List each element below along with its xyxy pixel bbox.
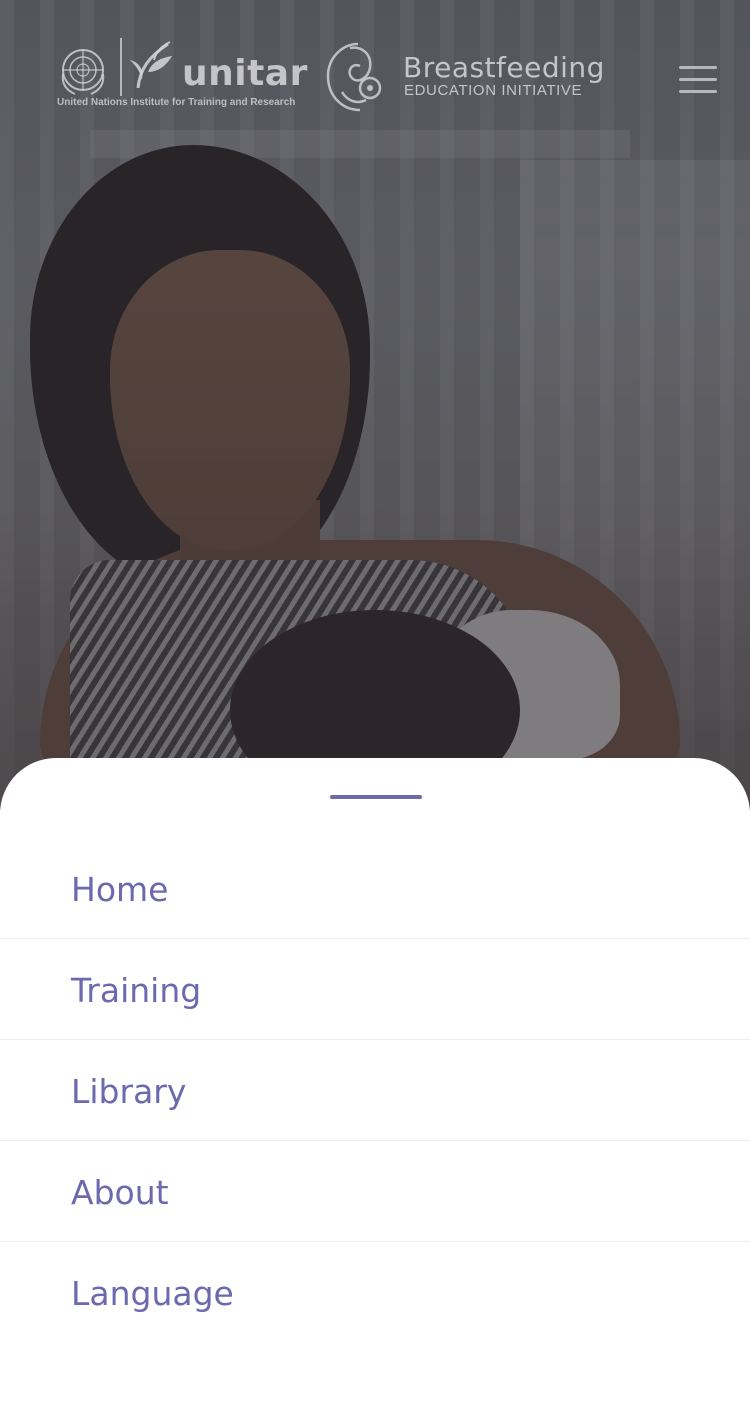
- hamburger-line: [679, 78, 717, 81]
- breastfeeding-subtitle: EDUCATION INITIATIVE: [404, 82, 583, 99]
- un-emblem-icon: [61, 49, 105, 95]
- hamburger-menu-icon[interactable]: [676, 62, 720, 98]
- site-header: unitar United Nations Institute for Trai…: [0, 0, 750, 150]
- menu-item-label: About: [71, 1173, 169, 1212]
- menu-item-library[interactable]: Library: [0, 1040, 750, 1141]
- sheet-drag-handle[interactable]: [330, 795, 422, 799]
- menu-item-about[interactable]: About: [0, 1141, 750, 1242]
- hamburger-line: [679, 66, 717, 69]
- breastfeeding-logo-icon: [326, 42, 382, 112]
- menu-item-label: Home: [71, 870, 169, 909]
- menu-item-language[interactable]: Language: [0, 1242, 750, 1342]
- unitar-logo-divider: [120, 38, 122, 96]
- menu-item-label: Training: [71, 971, 202, 1010]
- unitar-wordmark: unitar: [182, 53, 308, 94]
- menu-item-home[interactable]: Home: [0, 838, 750, 939]
- nav-bottom-sheet: Home Training Library About Language: [0, 758, 750, 1419]
- menu-item-training[interactable]: Training: [0, 939, 750, 1040]
- breastfeeding-title: Breastfeeding: [403, 51, 605, 84]
- nav-menu: Home Training Library About Language: [0, 838, 750, 1342]
- unitar-tagline: United Nations Institute for Training an…: [57, 97, 296, 108]
- menu-item-label: Language: [71, 1274, 234, 1313]
- unitar-leaf-icon: [130, 41, 172, 89]
- hamburger-line: [679, 90, 717, 93]
- menu-item-label: Library: [71, 1072, 187, 1111]
